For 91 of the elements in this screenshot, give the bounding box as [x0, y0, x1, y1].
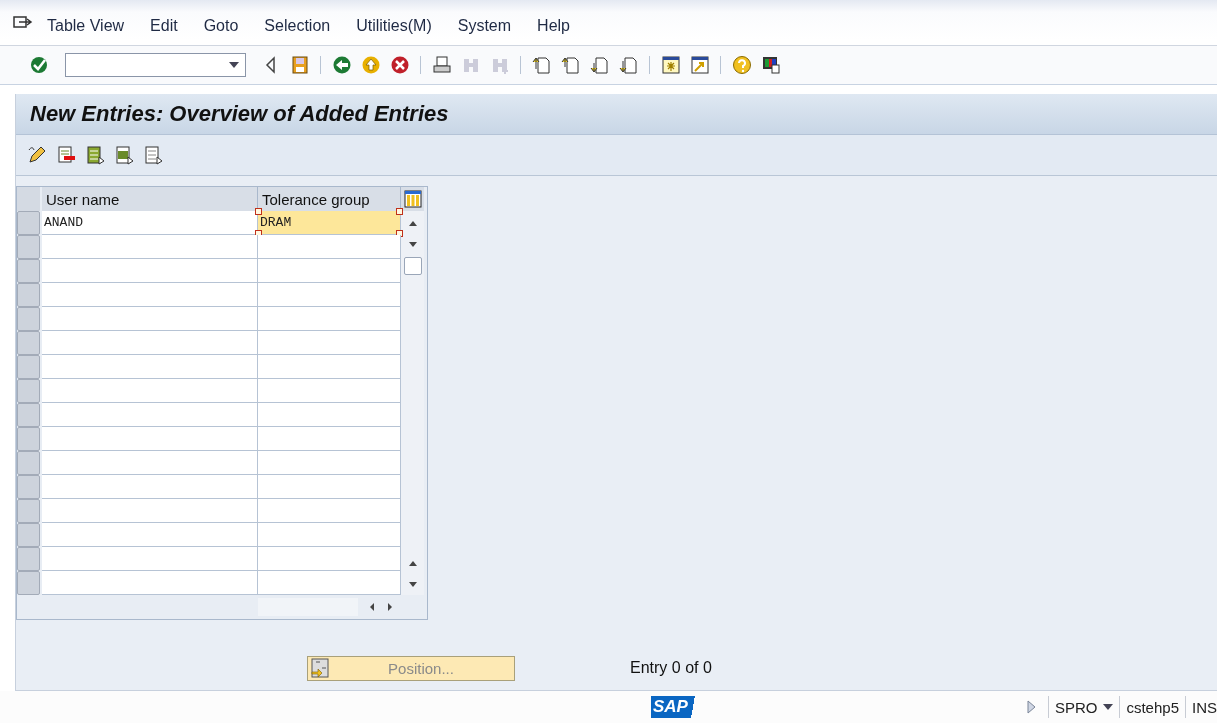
table-cell[interactable] — [42, 523, 258, 547]
page-arrow-icon[interactable] — [618, 55, 639, 75]
table-cell[interactable] — [42, 379, 258, 403]
dropdown-caret-icon[interactable] — [229, 62, 239, 68]
row-selector[interactable] — [17, 451, 40, 475]
dropdown-caret-icon[interactable] — [1103, 704, 1114, 710]
row-selector[interactable] — [17, 547, 40, 571]
table-cell[interactable] — [258, 379, 401, 403]
scroll-down-icon[interactable] — [407, 241, 418, 249]
table-cell[interactable]: ANAND — [42, 211, 258, 235]
scroll-left-icon[interactable] — [368, 602, 376, 612]
check-icon[interactable] — [28, 55, 49, 75]
menu-item[interactable]: Utilities(M) — [356, 16, 432, 35]
table-cell[interactable] — [42, 427, 258, 451]
menu-icon[interactable] — [13, 14, 33, 31]
row-selector[interactable] — [17, 259, 40, 283]
table-cell[interactable] — [42, 235, 258, 259]
vertical-scrollbar[interactable] — [401, 211, 424, 595]
table-cell[interactable] — [42, 259, 258, 283]
table-cell[interactable] — [258, 571, 401, 595]
table-cell[interactable] — [42, 355, 258, 379]
scroll-thumb[interactable] — [403, 257, 422, 275]
row-selector[interactable] — [17, 235, 40, 259]
table-cell[interactable] — [42, 283, 258, 307]
scroll-right-icon[interactable] — [386, 602, 394, 612]
table-cell[interactable] — [42, 307, 258, 331]
deselect-icon[interactable] — [142, 145, 163, 165]
table-cell[interactable] — [258, 355, 401, 379]
table-cell[interactable] — [258, 451, 401, 475]
row-selector[interactable] — [17, 427, 40, 451]
table-cell[interactable] — [42, 571, 258, 595]
menu-item[interactable]: Goto — [203, 16, 239, 35]
row-selector[interactable] — [17, 379, 40, 403]
table-cell[interactable] — [42, 331, 258, 355]
menu-item[interactable]: Selection — [264, 16, 331, 35]
expand-triangle-icon[interactable] — [1025, 700, 1036, 714]
column-header[interactable]: Tolerance group — [258, 187, 401, 211]
question-mark-icon[interactable] — [731, 55, 752, 75]
table-cell[interactable] — [42, 547, 258, 571]
row-selector[interactable] — [17, 523, 40, 547]
input-mode: INS — [1192, 698, 1217, 716]
cancel-icon[interactable] — [389, 55, 410, 75]
row-selector[interactable] — [17, 571, 40, 595]
menu-item[interactable]: Help — [537, 16, 570, 35]
table-cell[interactable] — [258, 307, 401, 331]
row-selector[interactable] — [17, 331, 40, 355]
select-all-icon[interactable] — [84, 145, 105, 165]
scroll-up-icon[interactable] — [407, 219, 418, 227]
page-arrow-icon[interactable] — [531, 55, 552, 75]
table-cell[interactable] — [258, 331, 401, 355]
entry-count: Entry 0 of 0 — [630, 659, 712, 677]
table-cell[interactable] — [258, 547, 401, 571]
table-cell[interactable] — [258, 427, 401, 451]
table-cell[interactable] — [258, 523, 401, 547]
scroll-down-icon[interactable] — [407, 581, 418, 589]
monitor-icon[interactable] — [760, 55, 781, 75]
row-selector[interactable] — [17, 283, 40, 307]
table-cell[interactable] — [258, 499, 401, 523]
row-selector[interactable] — [17, 403, 40, 427]
table-cell[interactable] — [258, 235, 401, 259]
table-cell[interactable] — [258, 475, 401, 499]
table-cell[interactable] — [258, 283, 401, 307]
transaction-code[interactable]: SPRO — [1054, 698, 1098, 716]
pencil-icon[interactable] — [26, 145, 47, 165]
row-selector[interactable] — [17, 475, 40, 499]
table-cell[interactable] — [258, 403, 401, 427]
table-cell[interactable] — [42, 451, 258, 475]
table-cell[interactable] — [42, 475, 258, 499]
table-cell[interactable] — [42, 499, 258, 523]
column-settings-icon[interactable] — [403, 190, 422, 208]
select-block-icon[interactable] — [113, 145, 134, 165]
row-selector[interactable] — [17, 307, 40, 331]
server-name: cstehp5 — [1126, 698, 1179, 716]
screen-title: New Entries: Overview of Added Entries — [30, 101, 449, 127]
row-selector[interactable] — [17, 211, 40, 235]
printer-icon[interactable] — [431, 55, 452, 75]
page-arrow-icon[interactable] — [560, 55, 581, 75]
scroll-up-icon[interactable] — [407, 559, 418, 567]
table-cell[interactable]: DRAM — [258, 211, 401, 235]
command-field[interactable] — [65, 53, 246, 77]
row-selector[interactable] — [17, 499, 40, 523]
page-arrow-icon[interactable] — [589, 55, 610, 75]
table-cell[interactable] — [258, 259, 401, 283]
menu-item[interactable]: Table View — [47, 16, 125, 35]
row-selector[interactable] — [17, 355, 40, 379]
column-header[interactable]: User name — [42, 187, 258, 211]
menu-item[interactable]: System — [457, 16, 512, 35]
table-cell[interactable] — [42, 403, 258, 427]
position-icon — [310, 658, 330, 678]
menu-item[interactable]: Edit — [150, 16, 178, 35]
delete-row-icon[interactable] — [55, 145, 76, 165]
